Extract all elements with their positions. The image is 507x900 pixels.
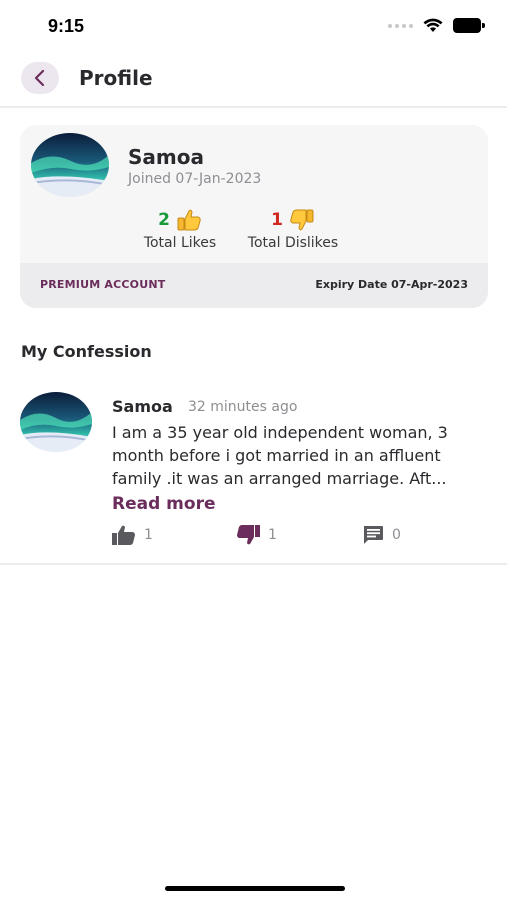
dislike-button[interactable]: 1 [236, 525, 277, 545]
header: Profile [0, 52, 507, 108]
thumbs-up-emoji-icon [177, 209, 201, 231]
home-indicator[interactable] [165, 886, 345, 891]
back-button[interactable] [21, 62, 59, 94]
total-dislikes-count: 1 [271, 210, 283, 230]
chevron-left-icon [34, 69, 45, 87]
comment-icon [364, 526, 383, 544]
post-author: Samoa [112, 397, 173, 416]
account-type: PREMIUM ACCOUNT [40, 278, 166, 291]
section-title: My Confession [21, 342, 152, 361]
like-button[interactable]: 1 [112, 525, 153, 545]
page-title: Profile [79, 66, 153, 90]
profile-name: Samoa [128, 145, 204, 169]
thumbs-down-icon [237, 525, 260, 545]
battery-icon [453, 18, 485, 33]
status-bar: 9:15 [0, 0, 507, 52]
avatar[interactable] [31, 133, 109, 197]
wifi-icon [423, 18, 443, 32]
like-count: 1 [144, 527, 153, 543]
comment-count: 0 [392, 527, 401, 543]
total-likes-label: Total Likes [143, 235, 217, 251]
status-icons [388, 18, 485, 33]
total-dislikes-label: Total Dislikes [247, 235, 339, 251]
account-footer: PREMIUM ACCOUNT Expiry Date 07-Apr-2023 [20, 263, 488, 308]
read-more-link[interactable]: Read more [112, 494, 216, 514]
thumbs-up-icon [112, 525, 135, 545]
total-dislikes-stat: 1 Total Dislikes [238, 207, 348, 251]
total-likes-stat: 2 Total Likes [130, 207, 230, 251]
total-likes-count: 2 [158, 210, 170, 230]
signal-icon [388, 23, 413, 28]
thumbs-down-emoji-icon [290, 209, 314, 231]
confession-post: Samoa 32 minutes ago I am a 35 year old … [0, 385, 507, 565]
avatar[interactable] [20, 392, 92, 452]
dislike-count: 1 [268, 527, 277, 543]
profile-card: Samoa Joined 07-Jan-2023 2 Total Likes 1… [20, 125, 488, 308]
status-time: 9:15 [48, 16, 85, 36]
joined-date: Joined 07-Jan-2023 [128, 171, 262, 187]
post-timestamp: 32 minutes ago [188, 399, 298, 415]
expiry-date: Expiry Date 07-Apr-2023 [315, 278, 468, 291]
post-body: I am a 35 year old independent woman, 3 … [112, 423, 448, 488]
comment-button[interactable]: 0 [362, 525, 401, 545]
